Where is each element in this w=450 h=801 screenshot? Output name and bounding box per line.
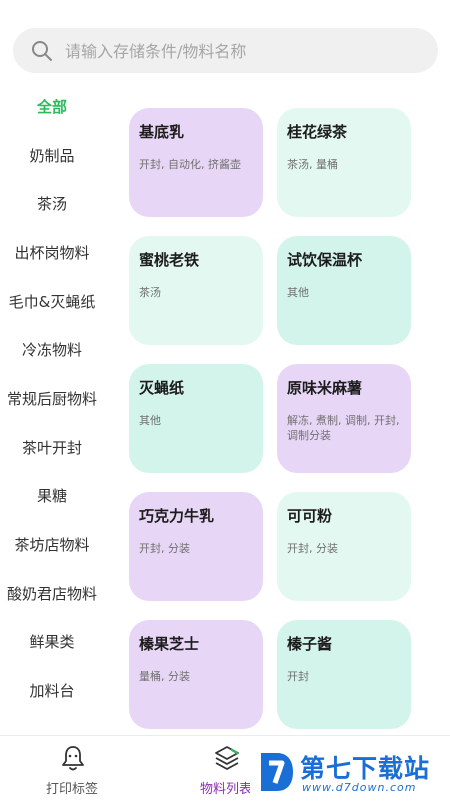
card-title: 可可粉 — [287, 507, 333, 525]
watermark-text: 第七下载站 — [300, 754, 431, 783]
card-tags: 解冻, 煮制, 调制, 开封, 调制分装 — [287, 414, 400, 442]
sidebar-item-towel-flypaper[interactable]: 毛巾&灭蝇纸 — [0, 277, 104, 326]
sidebar-item-topping[interactable]: 加料台 — [0, 666, 104, 715]
card-tags: 量桶, 分装 — [139, 670, 190, 683]
bell-print-icon — [62, 746, 84, 771]
sidebar-item-tea-open[interactable]: 茶叶开封 — [0, 423, 104, 472]
sidebar-item-kitchen[interactable]: 常规后厨物料 — [0, 374, 104, 423]
search-icon — [32, 41, 52, 61]
material-card[interactable]: 可可粉 开封, 分装 — [277, 492, 411, 601]
card-title: 基底乳 — [139, 123, 185, 141]
card-title: 蜜桃老铁 — [139, 251, 200, 269]
card-tags: 其他 — [139, 414, 161, 427]
sidebar-item-yogurt[interactable]: 酸奶君店物料 — [0, 569, 104, 618]
card-tags: 茶汤, 量桶 — [287, 158, 338, 171]
card-title: 原味米麻薯 — [287, 379, 363, 397]
card-tags: 其他 — [287, 286, 309, 299]
watermark-overlay: 第七下载站 www.d7down.com — [250, 745, 450, 800]
sidebar-item-fructose[interactable]: 果糖 — [0, 472, 104, 521]
sidebar-item-tea-soup[interactable]: 茶汤 — [0, 179, 104, 228]
material-card[interactable]: 试饮保温杯 其他 — [277, 236, 411, 345]
material-card[interactable]: 榛果芝士 量桶, 分装 — [129, 620, 263, 729]
card-tags: 茶汤 — [139, 286, 161, 299]
layers-icon — [215, 746, 239, 770]
material-card[interactable]: 巧克力牛乳 开封, 分装 — [129, 492, 263, 601]
card-tags: 开封, 分装 — [139, 542, 190, 555]
material-card[interactable]: 桂花绿茶 茶汤, 量桶 — [277, 108, 411, 217]
sidebar-item-teahouse[interactable]: 茶坊店物料 — [0, 520, 104, 569]
material-card[interactable]: 榛子酱 开封 — [277, 620, 411, 729]
sidebar-item-fresh-fruit[interactable]: 鲜果类 — [0, 618, 104, 667]
card-title: 灭蝇纸 — [139, 379, 185, 397]
tab-print-label[interactable]: 打印标签 — [17, 736, 127, 801]
search-bar[interactable] — [13, 28, 438, 75]
sidebar-item-all[interactable]: 全部 — [0, 82, 104, 131]
card-tags: 开封 — [287, 670, 309, 683]
card-title: 试饮保温杯 — [287, 251, 363, 269]
card-tags: 开封, 自动化, 挤酱壶 — [139, 158, 241, 171]
card-tags: 开封, 分装 — [287, 542, 338, 555]
material-card[interactable]: 灭蝇纸 其他 — [129, 364, 263, 473]
material-card[interactable]: 蜜桃老铁 茶汤 — [129, 236, 263, 345]
card-title: 巧克力牛乳 — [139, 507, 215, 525]
material-grid: 基底乳 开封, 自动化, 挤酱壶 桂花绿茶 茶汤, 量桶 蜜桃老铁 茶汤 试饮保… — [129, 108, 411, 729]
material-card[interactable]: 原味米麻薯 解冻, 煮制, 调制, 开封, 调制分装 — [277, 364, 411, 473]
sidebar-item-dairy[interactable]: 奶制品 — [0, 131, 104, 180]
d7-logo-icon — [261, 753, 293, 791]
watermark-url: www.d7down.com — [302, 781, 417, 794]
category-sidebar: 全部 奶制品 茶汤 出杯岗物料 毛巾&灭蝇纸 冷冻物料 常规后厨物料 茶叶开封 … — [0, 82, 104, 715]
card-title: 榛果芝士 — [139, 635, 200, 653]
tab-label: 打印标签 — [45, 782, 98, 797]
card-title: 榛子酱 — [287, 635, 333, 653]
sidebar-item-frozen[interactable]: 冷冻物料 — [0, 325, 104, 374]
search-input[interactable] — [63, 28, 427, 75]
card-title: 桂花绿茶 — [287, 123, 348, 141]
material-card[interactable]: 基底乳 开封, 自动化, 挤酱壶 — [129, 108, 263, 217]
sidebar-item-cup-station[interactable]: 出杯岗物料 — [0, 228, 104, 277]
